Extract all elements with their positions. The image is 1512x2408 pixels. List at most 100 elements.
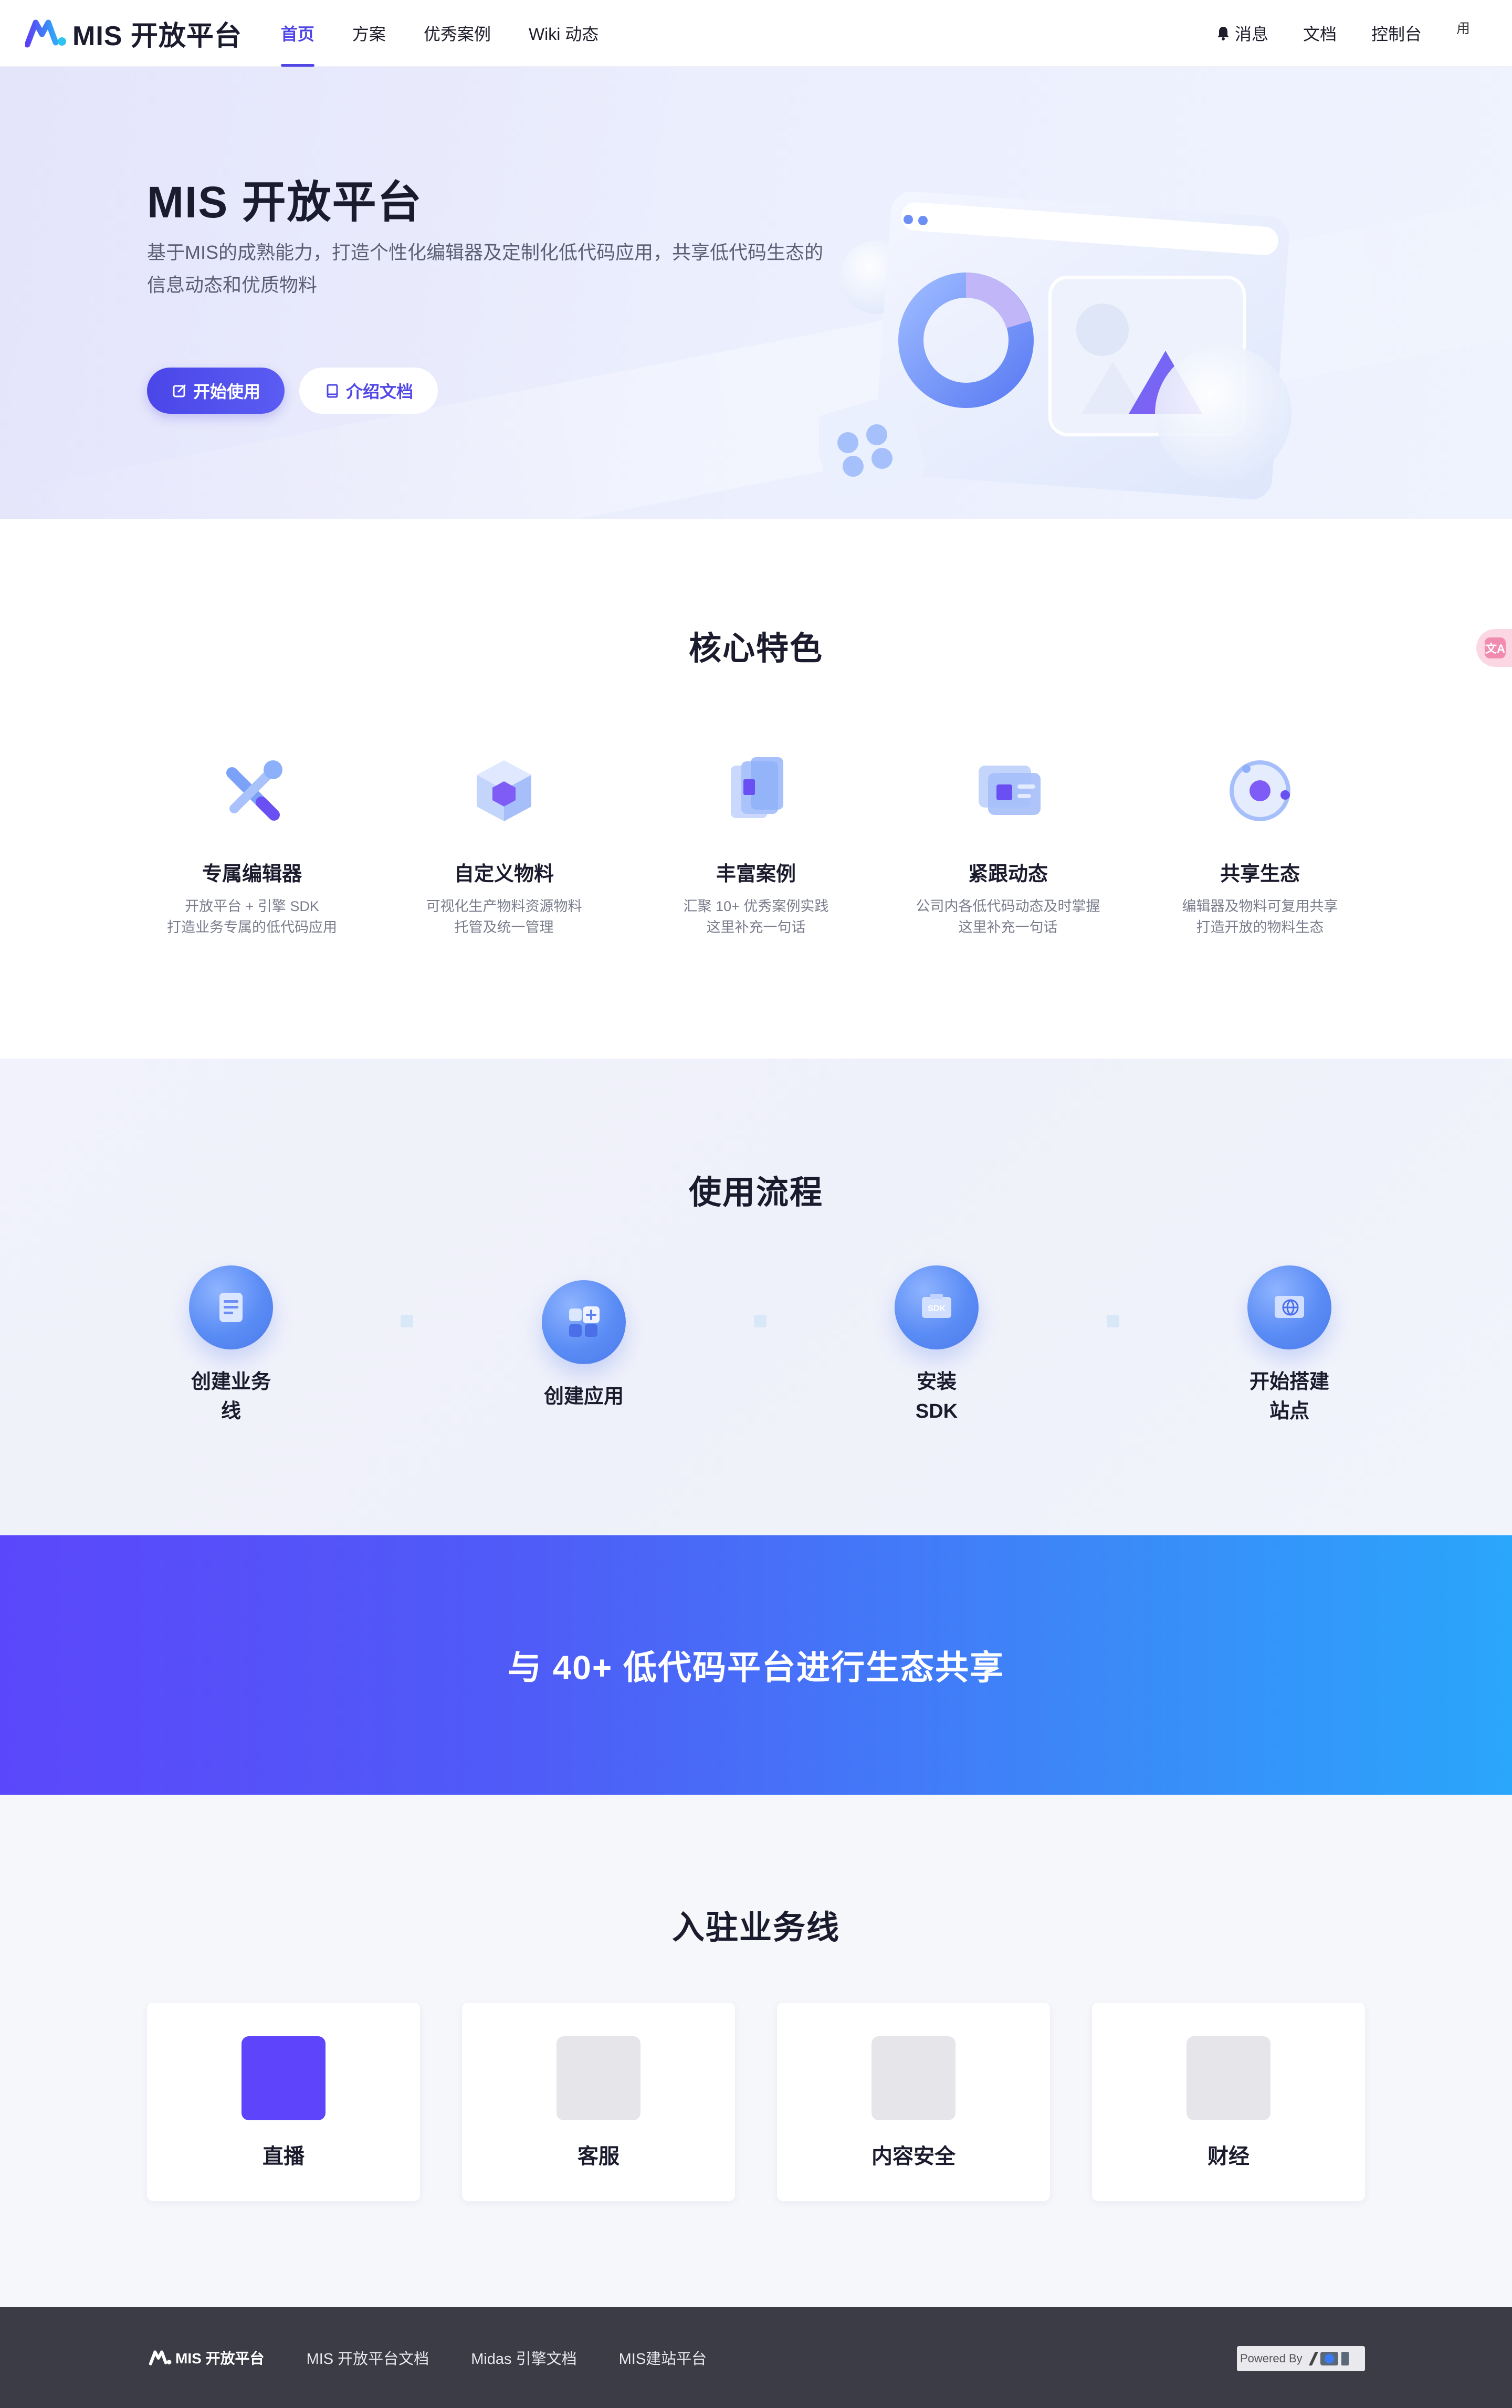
business-logo: [242, 2036, 326, 2120]
feature-item: 自定义物料 可视化生产物料资源物料 托管及统一管理: [394, 750, 614, 938]
messages-link[interactable]: 消息: [1216, 21, 1268, 45]
feature-desc-line: 打造业务专属的低代码应用: [167, 919, 337, 935]
footer-logo-text: MIS 开放平台: [175, 2350, 265, 2367]
tools-icon: [226, 760, 282, 821]
feature-desc: 编辑器及物料可复用共享 打造开放的物料生态: [1150, 896, 1370, 938]
feature-desc-line: 编辑器及物料可复用共享: [1182, 898, 1338, 914]
globe-icon: [1275, 1296, 1304, 1318]
feature-name: 专属编辑器: [202, 863, 302, 885]
bell-icon: [1217, 27, 1229, 40]
cube-icon: [477, 760, 531, 821]
logo-mark-icon: [25, 19, 66, 48]
flow-step-label: 开始搭建 站点: [1211, 1367, 1368, 1426]
footer-link-mis-docs[interactable]: MIS 开放平台文档: [307, 2347, 429, 2369]
avatar-alt-text: 用: [1456, 20, 1471, 36]
business-name: 客服: [578, 2145, 620, 2168]
nav-solutions[interactable]: 方案: [352, 0, 386, 67]
flow-step: 开始搭建 站点: [1211, 1265, 1368, 1426]
core-features-section: 核心特色 专属编辑器 开放平台 + 引擎 SDK 打造业务专属的低代码应用 自定义…: [0, 519, 1512, 1059]
edit-icon: [173, 384, 186, 397]
flow-step-label-line: 站点: [1269, 1400, 1309, 1422]
logo-text: MIS 开放平台: [72, 20, 242, 51]
flow-connector: [401, 1315, 413, 1327]
start-using-label: 开始使用: [193, 382, 260, 401]
feature-name: 紧跟动态: [968, 863, 1048, 885]
business-name: 直播: [262, 2145, 304, 2168]
flow-step-label: 创建业务线: [152, 1367, 310, 1426]
footer-link-midas-docs[interactable]: Midas 引擎文档: [471, 2347, 576, 2369]
flow-step-badge: [189, 1265, 273, 1349]
feature-desc-line: 可视化生产物料资源物料: [426, 898, 582, 914]
business-card[interactable]: 财经: [1092, 2003, 1365, 2201]
nav-home[interactable]: 首页: [280, 0, 314, 67]
business-name: 财经: [1208, 2145, 1250, 2168]
sdk-icon: SDK: [922, 1294, 951, 1318]
business-logo: [1186, 2036, 1270, 2120]
feature-desc: 汇聚 10+ 优秀案例实践 这里补充一句话: [646, 896, 866, 938]
feature-item: 专属编辑器 开放平台 + 引擎 SDK 打造业务专属的低代码应用: [142, 750, 362, 938]
intro-docs-label: 介绍文档: [345, 382, 413, 401]
business-name: 内容安全: [872, 2145, 956, 2168]
svg-text:SDK: SDK: [928, 1304, 946, 1313]
powered-by-badge[interactable]: Powered By: [1237, 2346, 1365, 2371]
main-nav: 首页 方案 优秀案例 Wiki 动态: [280, 0, 636, 67]
business-title: 入驻业务线: [671, 1910, 840, 1946]
flow-title: 使用流程: [688, 1175, 823, 1211]
orbit-icon: [1230, 760, 1290, 821]
news-icon: [979, 766, 1041, 815]
layers-icon: [731, 757, 783, 818]
flow-step-badge: [1247, 1265, 1331, 1349]
messages-label: 消息: [1234, 25, 1268, 44]
site-logo[interactable]: MIS 开放平台: [25, 14, 242, 53]
feature-desc-line: 打造开放的物料生态: [1196, 919, 1324, 935]
start-using-button[interactable]: 开始使用: [147, 368, 285, 414]
user-avatar[interactable]: 用: [1456, 18, 1487, 48]
business-card[interactable]: 直播: [147, 2003, 420, 2201]
feature-desc-line: 托管及统一管理: [454, 919, 554, 935]
translate-float-button[interactable]: 文A: [1476, 629, 1512, 667]
feature-name: 丰富案例: [716, 863, 796, 885]
feature-desc-line: 公司内各低代码动态及时掌握: [916, 898, 1100, 914]
flow-step-label-line: SDK: [915, 1400, 958, 1422]
intro-docs-button[interactable]: 介绍文档: [299, 368, 438, 414]
docs-link[interactable]: 文档: [1303, 21, 1337, 45]
app-add-icon: [569, 1306, 600, 1337]
flow-step-badge: [542, 1280, 626, 1364]
footer-logo[interactable]: MIS 开放平台: [149, 2347, 265, 2368]
site-footer: MIS 开放平台 MIS 开放平台文档 Midas 引擎文档 MIS建站平台 P…: [0, 2307, 1512, 2408]
feature-desc-line: 这里补充一句话: [958, 919, 1058, 935]
powered-by-logo-icon: [1308, 2352, 1349, 2365]
feature-desc: 开放平台 + 引擎 SDK 打造业务专属的低代码应用: [142, 896, 362, 938]
flow-step-badge: SDK: [895, 1265, 979, 1349]
flow-step-label-line: 创建业务: [191, 1371, 271, 1393]
ecosystem-banner: 与 40+ 低代码平台进行生态共享: [0, 1535, 1512, 1795]
business-lines-section: 入驻业务线 直播 客服 内容安全 财经: [0, 1795, 1512, 2307]
nav-cases[interactable]: 优秀案例: [424, 0, 491, 67]
nav-wiki[interactable]: Wiki 动态: [529, 0, 598, 67]
feature-desc-line: 这里补充一句话: [706, 919, 806, 935]
console-link[interactable]: 控制台: [1371, 21, 1422, 45]
feature-desc: 公司内各低代码动态及时掌握 这里补充一句话: [898, 896, 1118, 938]
logo-mark-icon: [149, 2350, 172, 2365]
flow-step-label: 安装 SDK: [858, 1367, 1015, 1426]
top-nav-bar: MIS 开放平台 首页 方案 优秀案例 Wiki 动态 消息 文档 控制台 用: [0, 0, 1512, 67]
flow-connector: [1107, 1315, 1119, 1327]
feature-name: 共享生态: [1220, 863, 1300, 885]
feature-item: 丰富案例 汇聚 10+ 优秀案例实践 这里补充一句话: [646, 750, 866, 938]
features-title: 核心特色: [688, 631, 823, 667]
hero-description: 基于MIS的成熟能力，打造个性化编辑器及定制化低代码应用，共享低代码生态的信息动…: [147, 242, 824, 296]
document-icon: [219, 1293, 243, 1322]
footer-link-site-builder[interactable]: MIS建站平台: [619, 2347, 707, 2369]
flow-step: 创建应用: [505, 1280, 663, 1411]
flow-step-label-line: 创建应用: [543, 1386, 624, 1408]
business-logo: [556, 2036, 640, 2120]
header-actions: 消息 文档 控制台 用: [1181, 0, 1487, 67]
business-logo: [872, 2036, 956, 2120]
banner-text: 与 40+ 低代码平台进行生态共享: [507, 1649, 1005, 1687]
flow-connector: [754, 1315, 766, 1327]
book-icon: [327, 384, 338, 398]
feature-desc-line: 汇聚 10+ 优秀案例实践: [683, 898, 829, 914]
business-card[interactable]: 客服: [462, 2003, 735, 2201]
translate-icon: 文A: [1485, 637, 1506, 658]
business-card[interactable]: 内容安全: [777, 2003, 1050, 2201]
